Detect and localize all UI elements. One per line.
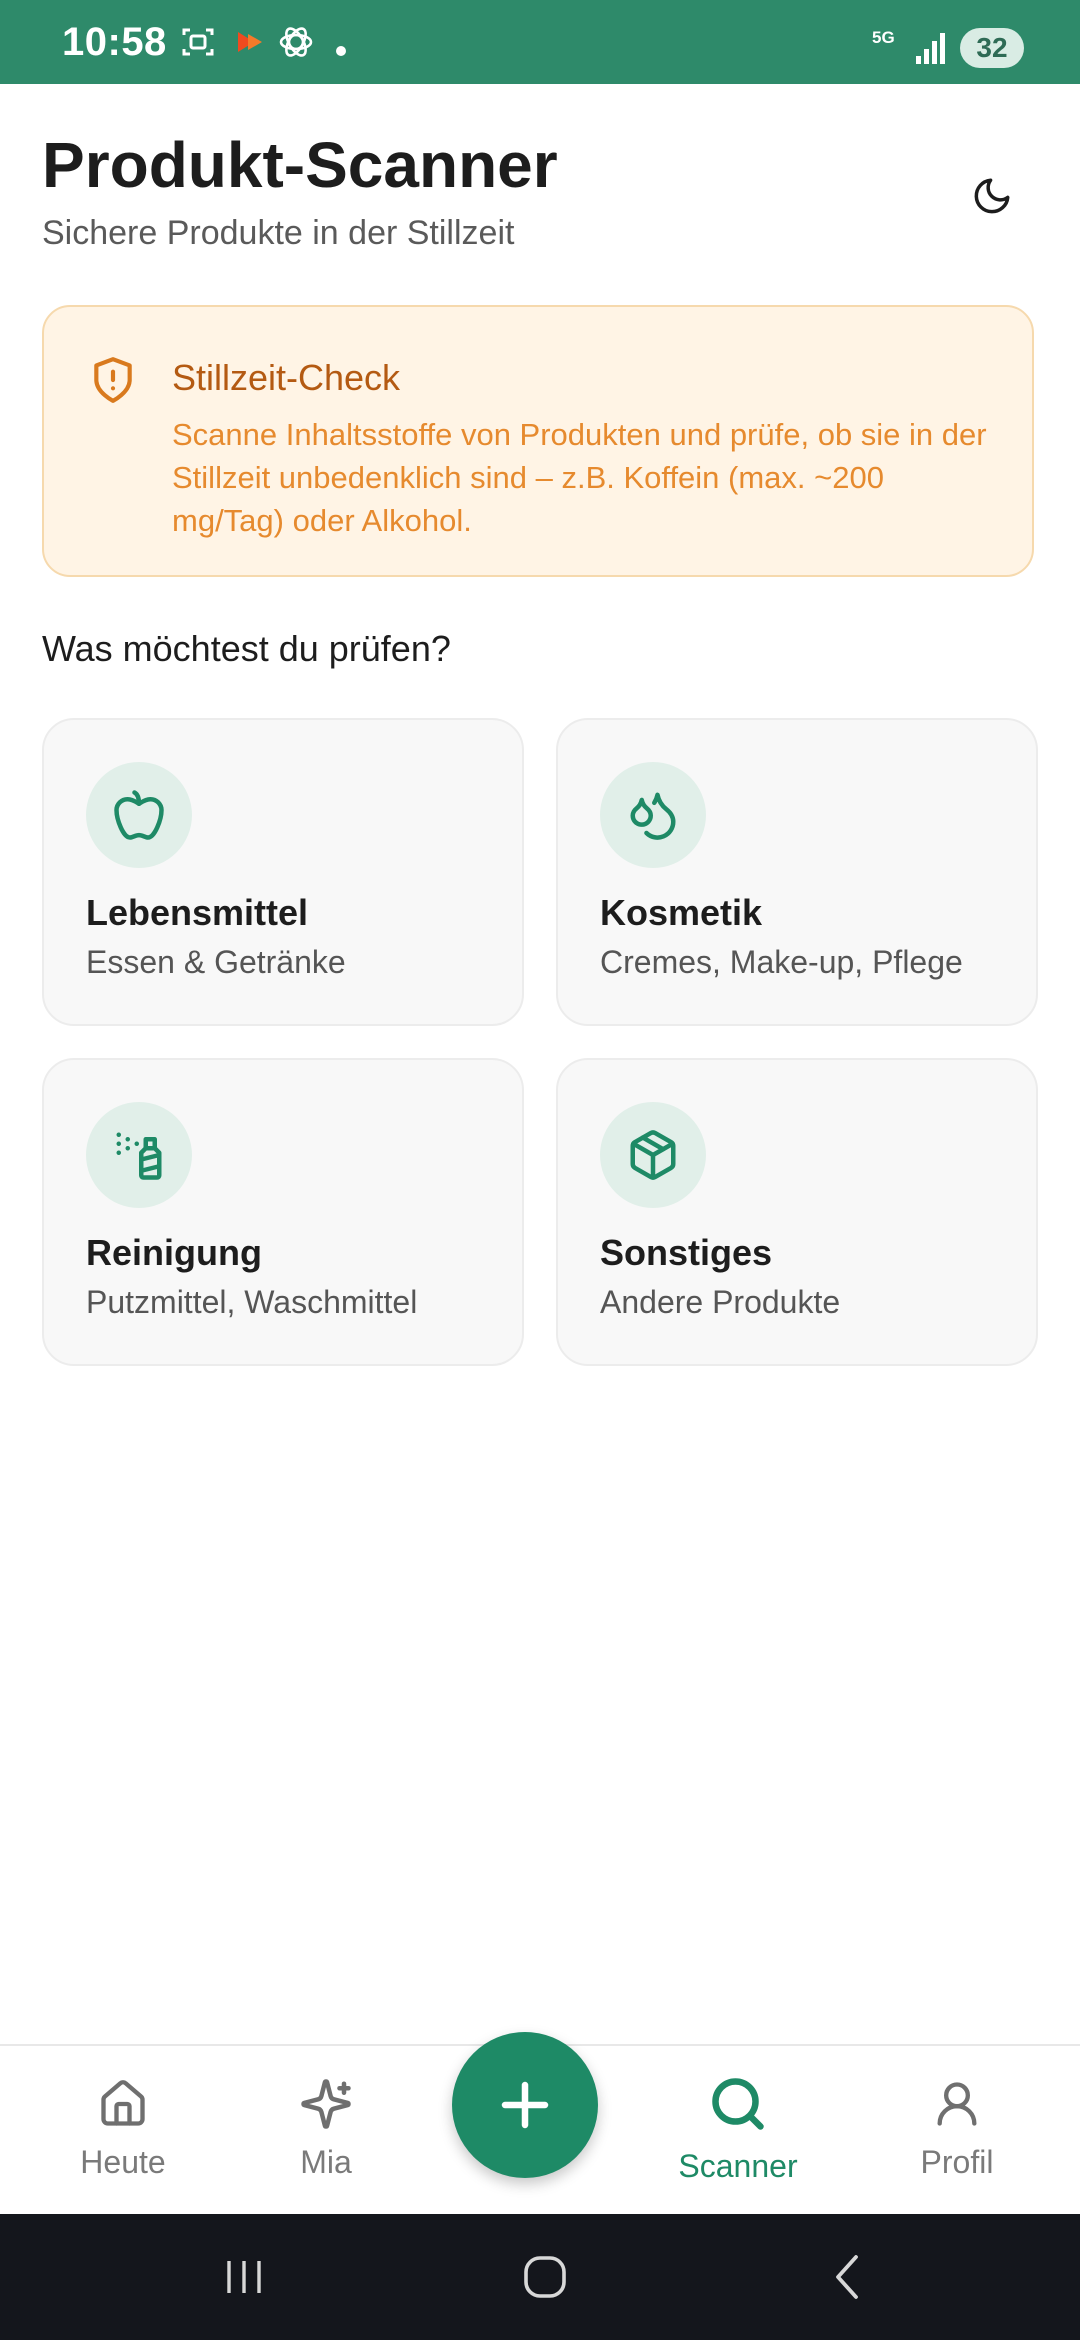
signal-icon [916,33,945,64]
nav-item-profil[interactable]: Profil [857,2046,1057,2216]
droplets-icon [630,792,676,840]
app-notification-icon [238,32,262,52]
nav-label: Profil [920,2144,994,2180]
nav-item-heute[interactable]: Heute [23,2046,223,2216]
home-system-button[interactable] [515,2252,575,2302]
home-icon [101,2080,145,2126]
back-button[interactable] [818,2252,878,2302]
back-arrow-icon [836,2255,858,2299]
moon-icon [974,178,1010,214]
notification-dot [336,46,346,56]
section-heading: Was möchtest du prüfen? [42,628,451,669]
category-icon-wrapper [600,762,706,868]
nav-item-mia[interactable]: Mia [226,2046,426,2216]
category-subtitle: Cremes, Make-up, Pflege [600,944,963,980]
category-icon-wrapper [86,762,192,868]
add-button[interactable] [452,2032,598,2178]
category-icon-wrapper [600,1102,706,1208]
category-title: Sonstiges [600,1232,773,1273]
package-icon [630,1130,676,1180]
network-type: 5G [872,28,895,47]
screenshot-icon [182,28,214,56]
nav-label: Scanner [678,2148,798,2184]
nav-item-scanner[interactable]: Scanner [638,2046,838,2216]
chatgpt-icon [279,27,313,57]
category-title: Kosmetik [600,892,763,933]
page-title: Produkt-Scanner [42,129,558,201]
status-bar: 10:58 5G 32 [0,0,1080,84]
status-time: 10:58 [62,20,167,64]
category-icon-wrapper [86,1102,192,1208]
category-title: Lebensmittel [86,892,309,933]
system-navigation-bar [0,2214,1080,2340]
home-circle-icon [524,2256,566,2298]
category-card-lebensmittel[interactable]: Lebensmittel Essen & Getränke [42,718,524,1026]
nav-label: Heute [80,2144,166,2180]
shield-alert-icon [94,357,132,403]
recent-apps-icon [227,2261,261,2293]
category-card-sonstiges[interactable]: Sonstiges Andere Produkte [556,1058,1038,1366]
recent-apps-button[interactable] [214,2252,274,2302]
dark-mode-toggle-button[interactable] [964,168,1020,224]
category-subtitle: Andere Produkte [600,1284,841,1320]
category-subtitle: Putzmittel, Waschmittel [86,1284,418,1320]
battery-level: 32 [960,28,1024,68]
plus-icon [501,2081,549,2129]
category-card-kosmetik[interactable]: Kosmetik Cremes, Make-up, Pflege [556,718,1038,1026]
page-subtitle: Sichere Produkte in der Stillzeit [42,214,515,252]
category-subtitle: Essen & Getränke [86,944,346,980]
info-card-text: Scanne Inhaltsstoffe von Produkten und p… [172,417,987,538]
apple-icon [114,790,164,840]
search-icon [712,2078,764,2130]
spray-bottle-icon [116,1132,162,1180]
user-icon [937,2082,977,2126]
info-card-title: Stillzeit-Check [172,357,401,398]
sparkles-icon [301,2079,351,2129]
category-card-reinigung[interactable]: Reinigung Putzmittel, Waschmittel [42,1058,524,1366]
category-title: Reinigung [86,1232,262,1273]
nav-label: Mia [300,2144,352,2180]
info-card: Stillzeit-Check Scanne Inhaltsstoffe von… [42,305,1034,577]
